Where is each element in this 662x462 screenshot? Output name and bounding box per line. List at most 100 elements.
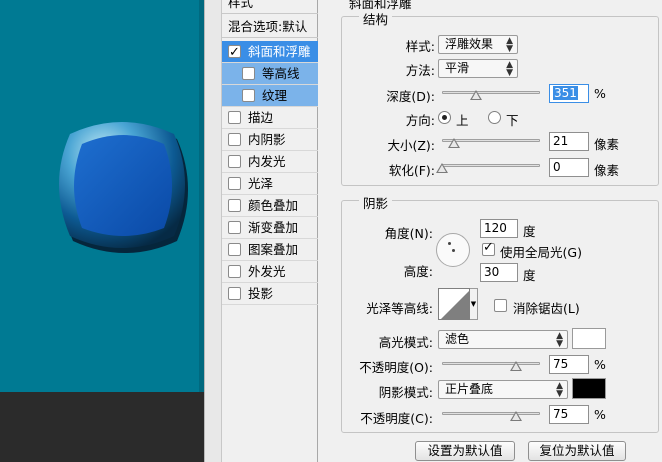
direction-down-label[interactable]: 下: [506, 110, 519, 129]
slider-thumb[interactable]: [509, 361, 522, 371]
direction-up-radio[interactable]: [438, 111, 451, 124]
chevron-down-icon: ▼: [470, 300, 477, 308]
style-list-panel: 样式 混合选项:默认 斜面和浮雕等高线纹理描边内阴影内发光光泽颜色叠加渐变叠加图…: [222, 0, 318, 462]
highlight-opacity-input[interactable]: 75: [549, 355, 589, 374]
shadow-opacity-input[interactable]: 75: [549, 405, 589, 424]
style-label: 样式:: [405, 39, 435, 54]
angle-input[interactable]: 120: [480, 219, 518, 238]
select-arrow-icon: ▲ ▼: [556, 381, 563, 399]
style-select-value: 浮雕效果: [445, 37, 494, 51]
style-item-label: 图案叠加: [248, 242, 299, 257]
direction-down-radio[interactable]: [488, 111, 501, 124]
altitude-input[interactable]: 30: [480, 263, 518, 282]
style-item-label: 光泽: [248, 176, 274, 191]
shadow-opacity-label: 不透明度(C):: [360, 411, 433, 426]
style-item-checkbox[interactable]: [228, 177, 241, 190]
anti-alias-label[interactable]: 消除锯齿(L): [513, 298, 580, 317]
select-arrow-icon: ▲ ▼: [506, 36, 513, 54]
slider-thumb[interactable]: [470, 90, 483, 100]
gloss-contour-picker[interactable]: [438, 288, 470, 320]
style-item-checkbox[interactable]: [242, 89, 255, 102]
technique-select-value: 平滑: [445, 61, 470, 75]
style-item-checkbox[interactable]: [228, 287, 241, 300]
style-item-checkbox[interactable]: [228, 221, 241, 234]
soften-label: 软化(F):: [388, 163, 435, 178]
size-input[interactable]: 21: [549, 132, 589, 151]
slider-track: [442, 412, 540, 415]
style-item[interactable]: 描边: [222, 107, 318, 129]
canvas-bottom-area: [0, 392, 204, 462]
style-item-label: 等高线: [262, 66, 300, 81]
gloss-contour-label: 光泽等高线:: [366, 301, 433, 316]
style-item[interactable]: 外发光: [222, 261, 318, 283]
styles-header[interactable]: 样式: [222, 0, 318, 14]
style-item[interactable]: 投影: [222, 283, 318, 305]
highlight-opacity-slider[interactable]: [442, 357, 540, 371]
angle-dial[interactable]: [436, 233, 470, 267]
highlight-opacity-label: 不透明度(O):: [359, 360, 433, 375]
style-item[interactable]: 颜色叠加: [222, 195, 318, 217]
style-item-label: 内阴影: [248, 132, 286, 147]
slider-track: [442, 362, 540, 365]
style-item[interactable]: 图案叠加: [222, 239, 318, 261]
angle-label: 角度(N):: [384, 226, 433, 241]
technique-select[interactable]: 平滑 ▲ ▼: [438, 59, 518, 78]
select-arrow-icon: ▲ ▼: [556, 331, 563, 349]
linear-contour-icon: [441, 291, 469, 319]
document-canvas: [0, 0, 204, 462]
bevel-emboss-settings: 斜面和浮雕 结构 样式: 浮雕效果 ▲ ▼ 方法: 平滑 ▲ ▼ 深度(D): 35…: [319, 0, 662, 462]
reset-default-button[interactable]: 复位为默认值: [528, 441, 626, 461]
global-light-checkbox[interactable]: [482, 240, 495, 256]
size-slider[interactable]: [442, 134, 540, 148]
shadow-opacity-slider[interactable]: [442, 407, 540, 421]
shadow-color-swatch[interactable]: [572, 378, 606, 399]
shadow-mode-value: 正片叠底: [445, 382, 494, 396]
style-item-label: 纹理: [262, 88, 288, 103]
depth-input-value: 351: [553, 86, 578, 100]
style-item[interactable]: 内发光: [222, 151, 318, 173]
embossed-button-preview: [59, 122, 188, 253]
anti-alias-checkbox[interactable]: [494, 299, 507, 312]
style-item-checkbox[interactable]: [228, 199, 241, 212]
soften-slider[interactable]: [436, 159, 540, 173]
highlight-opacity-unit: %: [594, 357, 606, 372]
panel-divider: [204, 0, 222, 462]
depth-slider[interactable]: [442, 86, 540, 100]
style-item-checkbox[interactable]: [228, 265, 241, 278]
blend-options-item[interactable]: 混合选项:默认: [222, 16, 318, 38]
style-item-checkbox[interactable]: [228, 243, 241, 256]
style-item[interactable]: 等高线: [222, 63, 318, 85]
global-light-label[interactable]: 使用全局光(G): [500, 242, 582, 261]
slider-thumb[interactable]: [509, 411, 522, 421]
highlight-color-swatch[interactable]: [572, 328, 606, 349]
altitude-unit: 度: [523, 268, 536, 283]
style-item[interactable]: 光泽: [222, 173, 318, 195]
depth-unit: %: [594, 86, 606, 101]
size-label: 大小(Z):: [387, 138, 435, 153]
style-item-checkbox[interactable]: [228, 155, 241, 168]
depth-input[interactable]: 351: [549, 84, 589, 103]
gloss-contour-dropdown[interactable]: ▼: [470, 288, 478, 320]
highlight-mode-label: 高光模式:: [378, 335, 433, 350]
technique-label: 方法:: [405, 63, 435, 78]
highlight-mode-select[interactable]: 滤色 ▲ ▼: [438, 330, 568, 349]
style-item-label: 颜色叠加: [248, 198, 299, 213]
style-select[interactable]: 浮雕效果 ▲ ▼: [438, 35, 518, 54]
slider-thumb[interactable]: [436, 163, 448, 173]
make-default-button[interactable]: 设置为默认值: [415, 441, 515, 461]
style-item[interactable]: 纹理: [222, 85, 318, 107]
slider-track: [442, 91, 540, 94]
soften-input[interactable]: 0: [549, 158, 589, 177]
style-item-checkbox[interactable]: [242, 67, 255, 80]
style-item[interactable]: 斜面和浮雕: [222, 41, 318, 64]
highlight-mode-value: 滤色: [445, 332, 470, 346]
style-item-checkbox[interactable]: [228, 42, 241, 64]
style-item[interactable]: 渐变叠加: [222, 217, 318, 239]
altitude-label: 高度:: [403, 264, 433, 279]
style-item-checkbox[interactable]: [228, 133, 241, 146]
shadow-mode-select[interactable]: 正片叠底 ▲ ▼: [438, 380, 568, 399]
direction-up-label[interactable]: 上: [456, 110, 469, 129]
slider-thumb[interactable]: [447, 138, 460, 148]
style-item[interactable]: 内阴影: [222, 129, 318, 151]
style-item-checkbox[interactable]: [228, 111, 241, 124]
